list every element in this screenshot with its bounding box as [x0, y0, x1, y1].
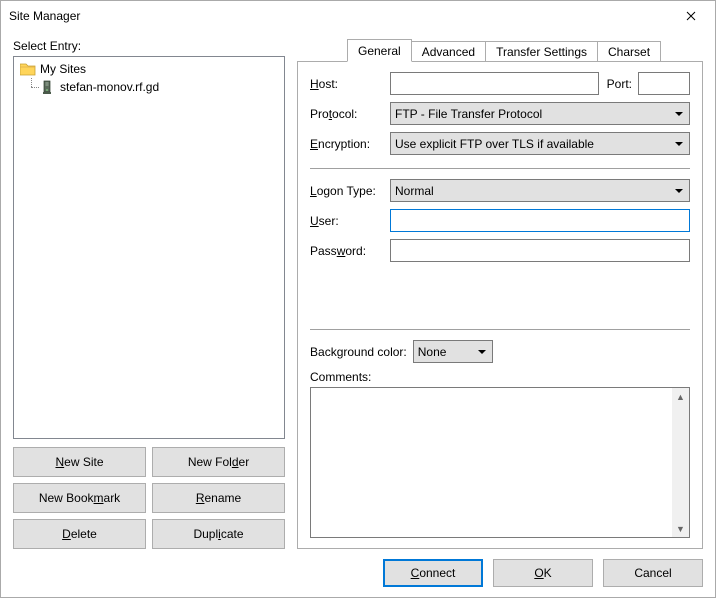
tree-site-label: stefan-monov.rf.gd — [60, 80, 159, 94]
tab-body-general: Host: Port: Protocol: FTP - File Transfe… — [297, 62, 703, 549]
background-color-label: Background color: — [310, 345, 407, 359]
left-pane: Select Entry: My Sites stefan — [13, 39, 285, 549]
folder-icon — [20, 62, 36, 77]
tab-general[interactable]: General — [347, 39, 412, 62]
tab-transfer-settings[interactable]: Transfer Settings — [485, 41, 598, 62]
logon-type-label: Logon Type: — [310, 184, 390, 198]
chevron-down-icon — [675, 142, 683, 146]
row-host: Host: Port: — [310, 72, 690, 95]
logon-type-value: Normal — [395, 184, 434, 198]
rename-button[interactable]: Rename — [152, 483, 285, 513]
tree-folder-my-sites[interactable]: My Sites — [16, 60, 282, 78]
port-label: Port: — [607, 77, 632, 91]
port-input[interactable] — [638, 72, 690, 95]
right-pane: General Advanced Transfer Settings Chars… — [285, 39, 703, 549]
tree-connector — [26, 78, 40, 96]
new-bookmark-button[interactable]: New Bookmark — [13, 483, 146, 513]
site-manager-window: Site Manager Select Entry: My Sites — [0, 0, 716, 598]
user-label: User: — [310, 214, 390, 228]
user-input[interactable] — [390, 209, 690, 232]
left-buttons: New Site New Folder New Bookmark Rename … — [13, 447, 285, 549]
close-icon — [686, 11, 696, 21]
encryption-label: Encryption: — [310, 137, 390, 151]
logon-type-select[interactable]: Normal — [390, 179, 690, 202]
password-label: Password: — [310, 244, 390, 258]
site-tree[interactable]: My Sites stefan-monov.rf.gd — [13, 56, 285, 439]
comments-label: Comments: — [310, 370, 690, 384]
tree-site-item[interactable]: stefan-monov.rf.gd — [16, 78, 282, 96]
password-input[interactable] — [390, 239, 690, 262]
new-site-button[interactable]: New Site — [13, 447, 146, 477]
protocol-value: FTP - File Transfer Protocol — [395, 107, 542, 121]
duplicate-button[interactable]: Duplicate — [152, 519, 285, 549]
divider — [310, 329, 690, 330]
tab-advanced[interactable]: Advanced — [411, 41, 486, 62]
scroll-up-icon[interactable]: ▲ — [672, 388, 689, 405]
host-input[interactable] — [390, 72, 599, 95]
chevron-down-icon — [675, 189, 683, 193]
content-area: Select Entry: My Sites stefan — [1, 31, 715, 597]
scroll-down-icon[interactable]: ▼ — [672, 520, 689, 537]
delete-button[interactable]: Delete — [13, 519, 146, 549]
encryption-value: Use explicit FTP over TLS if available — [395, 137, 594, 151]
row-logon-type: Logon Type: Normal — [310, 179, 690, 202]
scrollbar[interactable]: ▲ ▼ — [672, 388, 689, 537]
encryption-select[interactable]: Use explicit FTP over TLS if available — [390, 132, 690, 155]
tab-bar: General Advanced Transfer Settings Chars… — [297, 39, 703, 62]
ok-button[interactable]: OK — [493, 559, 593, 587]
footer-buttons: Connect OK Cancel — [13, 549, 703, 587]
background-color-select[interactable]: None — [413, 340, 493, 363]
row-password: Password: — [310, 239, 690, 262]
tab-charset[interactable]: Charset — [597, 41, 661, 62]
cancel-button[interactable]: Cancel — [603, 559, 703, 587]
new-folder-button[interactable]: New Folder — [152, 447, 285, 477]
window-title: Site Manager — [9, 9, 669, 23]
tree-folder-label: My Sites — [40, 62, 86, 76]
row-encryption: Encryption: Use explicit FTP over TLS if… — [310, 132, 690, 155]
background-color-value: None — [418, 345, 447, 359]
comments-textarea[interactable]: ▲ ▼ — [310, 387, 690, 538]
select-entry-label: Select Entry: — [13, 39, 285, 53]
connect-button[interactable]: Connect — [383, 559, 483, 587]
row-user: User: — [310, 209, 690, 232]
host-label: Host: — [310, 77, 390, 91]
protocol-select[interactable]: FTP - File Transfer Protocol — [390, 102, 690, 125]
chevron-down-icon — [478, 350, 486, 354]
titlebar[interactable]: Site Manager — [1, 1, 715, 31]
close-button[interactable] — [669, 2, 713, 30]
row-background-color: Background color: None — [310, 340, 690, 363]
divider — [310, 168, 690, 169]
protocol-label: Protocol: — [310, 107, 390, 121]
server-icon — [40, 80, 56, 95]
row-protocol: Protocol: FTP - File Transfer Protocol — [310, 102, 690, 125]
chevron-down-icon — [675, 112, 683, 116]
